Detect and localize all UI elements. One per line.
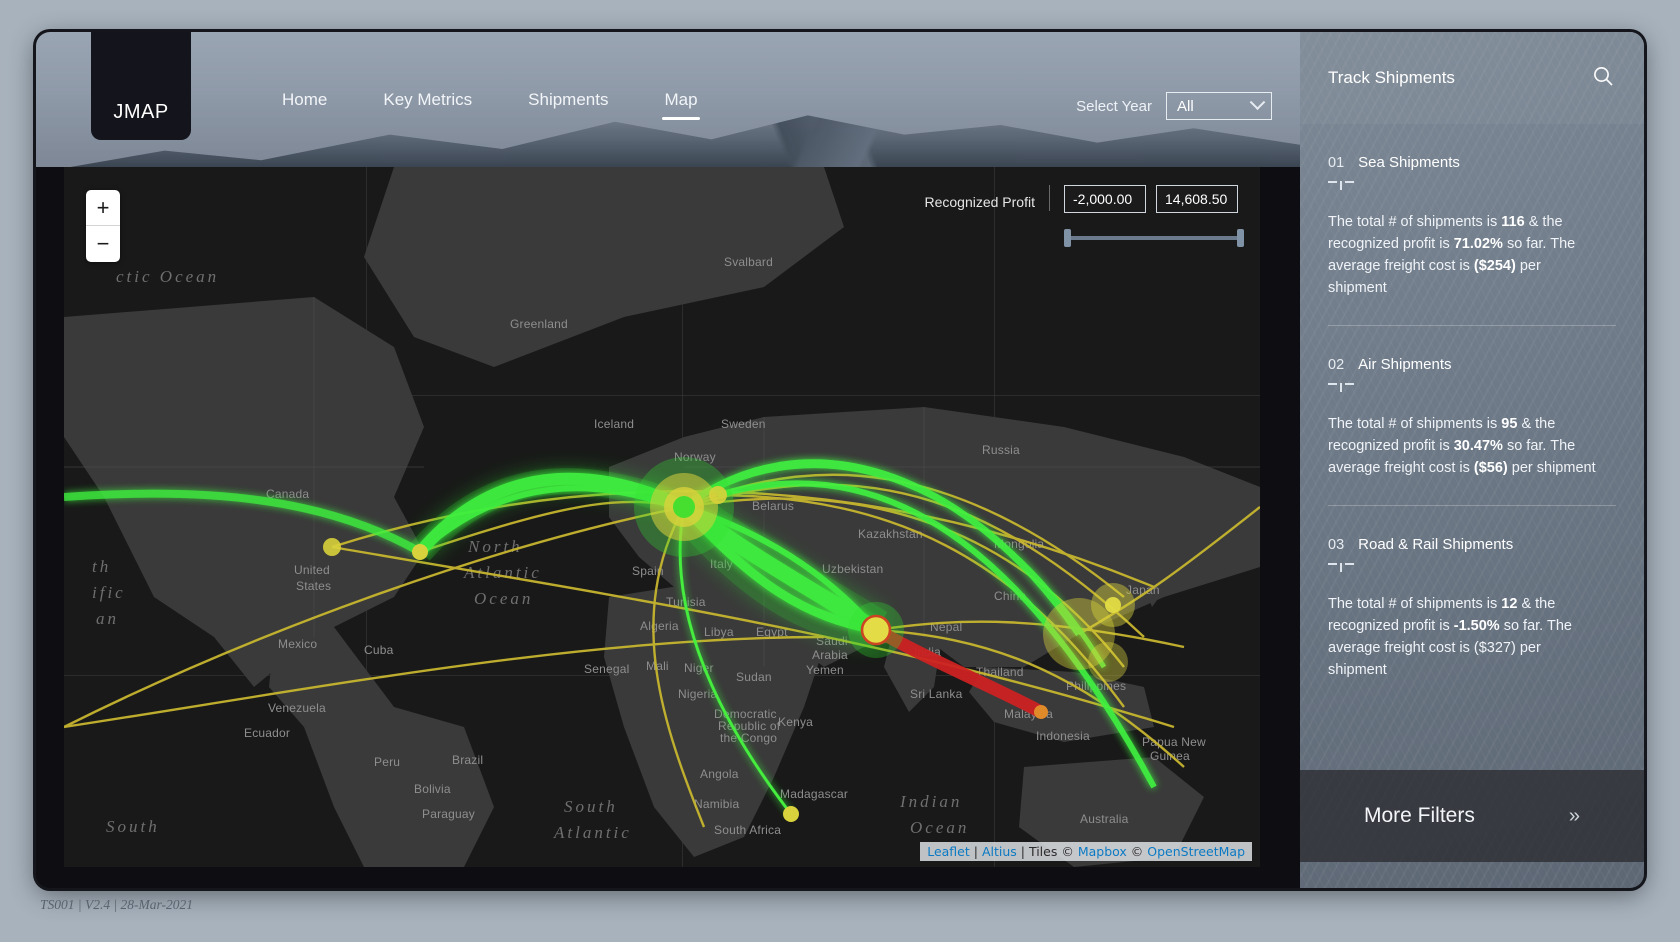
nav-item-map[interactable]: Map [658,88,703,120]
year-picker-label: Select Year [1076,97,1152,115]
shipment-card-title: Sea Shipments [1358,154,1460,171]
attribution-osm-link[interactable]: OpenStreetMap [1147,844,1245,859]
nav-item-shipments[interactable]: Shipments [522,88,614,120]
panel-header: Track Shipments [1300,32,1644,124]
shipment-card-list: 01 Sea Shipments The total # of shipments … [1300,124,1644,707]
nav-item-key-metrics[interactable]: Key Metrics [377,88,478,120]
attribution-sep: | [969,844,982,859]
zoom-in-button[interactable]: + [86,190,120,226]
shipment-card-number: 03 [1328,537,1345,553]
nav-item-home[interactable]: Home [276,88,333,120]
attribution-leaflet-link[interactable]: Leaflet [927,844,970,859]
shipment-card-summary: The total # of shipments is 95 & the rec… [1328,413,1600,479]
summary-text: The total # of shipments is [1328,416,1502,432]
more-filters-button[interactable]: More Filters » [1300,770,1644,862]
profit-range-inputs: -2,000.00 14,608.50 [1064,185,1244,213]
year-select[interactable]: All [1166,92,1272,120]
shipment-card-summary: The total # of shipments is 12 & the rec… [1328,593,1600,681]
profit-filter-body: -2,000.00 14,608.50 [1050,185,1244,247]
map-zoom-control[interactable]: + − [86,190,120,262]
map-attribution: Leaflet | Altius | Tiles © Mapbox © Open… [920,842,1252,861]
shipment-card-header: 02 Air Shipments [1328,356,1616,373]
shipment-flow-layer [64,457,1260,828]
year-select-value: All [1177,97,1194,115]
slider-track [1064,236,1244,240]
shipment-card-title: Road & Rail Shipments [1358,536,1514,553]
app-logo-label: JMAP [113,101,169,123]
recognized-profit-filter: Recognized Profit -2,000.00 14,608.50 [924,185,1244,247]
attribution-copyright: © [1126,844,1148,859]
track-shipments-panel: Track Shipments 01 Sea Shipments The total… [1300,32,1644,888]
flow-arc-group-green [64,459,1157,815]
map-canvas[interactable]: Svalbard Greenland Iceland Sweden Norway Russ… [64,167,1260,867]
summary-metric: 12 [1501,596,1518,612]
footer-meta: TS001 | V2.4 | 28-Mar-2021 [40,897,194,912]
summary-metric: -1.50% [1453,618,1500,634]
summary-text: per shipment [1507,460,1596,476]
summary-metric: ($56) [1473,460,1508,476]
profit-range-slider[interactable] [1064,229,1244,247]
profit-filter-label: Recognized Profit [924,185,1050,211]
summary-metric: ($254) [1473,258,1516,274]
more-filters-label: More Filters [1364,804,1475,827]
shipment-card[interactable]: 02 Air Shipments The total # of shipments … [1328,326,1616,506]
profit-max-input[interactable]: 14,608.50 [1156,185,1238,213]
section-divider-mark-icon [1328,181,1354,191]
attribution-tiles-text: Tiles © [1028,844,1078,859]
attribution-altius-link[interactable]: Altius [982,844,1017,859]
shipment-card-title: Air Shipments [1358,356,1452,373]
shipment-card-header: 03 Road & Rail Shipments [1328,536,1616,553]
shipment-card-header: 01 Sea Shipments [1328,154,1616,171]
summary-metric: 30.47% [1453,438,1503,454]
chevron-down-icon [1249,93,1266,110]
panel-title: Track Shipments [1328,68,1455,87]
double-chevron-right-icon: » [1568,804,1580,827]
shipment-card-number: 02 [1328,357,1345,373]
slider-handle-max[interactable] [1237,229,1244,247]
attribution-mapbox-link[interactable]: Mapbox [1078,844,1127,859]
summary-text: The total # of shipments is [1328,596,1502,612]
shipment-card[interactable]: 01 Sea Shipments The total # of shipments … [1328,124,1616,326]
summary-metric: 116 [1501,214,1525,230]
year-picker: Select Year All [1076,92,1272,120]
shipment-card-summary: The total # of shipments is 116 & the re… [1328,211,1600,299]
slider-handle-min[interactable] [1064,229,1071,247]
search-icon[interactable] [1592,65,1614,92]
shipment-card[interactable]: 03 Road & Rail Shipments The total # of sh… [1328,506,1616,707]
main-nav: Home Key Metrics Shipments Map [276,88,704,120]
app-logo[interactable]: JMAP [91,32,191,140]
zoom-out-button[interactable]: − [86,226,120,262]
summary-metric: 95 [1501,416,1518,432]
attribution-sep: | [1016,844,1029,859]
app-window: JMAP Home Key Metrics Shipments Map Sele… [36,32,1644,888]
profit-min-input[interactable]: -2,000.00 [1064,185,1146,213]
shipment-card-number: 01 [1328,155,1345,171]
summary-text: The total # of shipments is [1328,214,1502,230]
section-divider-mark-icon [1328,563,1354,573]
summary-metric: 71.02% [1453,236,1503,252]
section-divider-mark-icon [1328,383,1354,393]
